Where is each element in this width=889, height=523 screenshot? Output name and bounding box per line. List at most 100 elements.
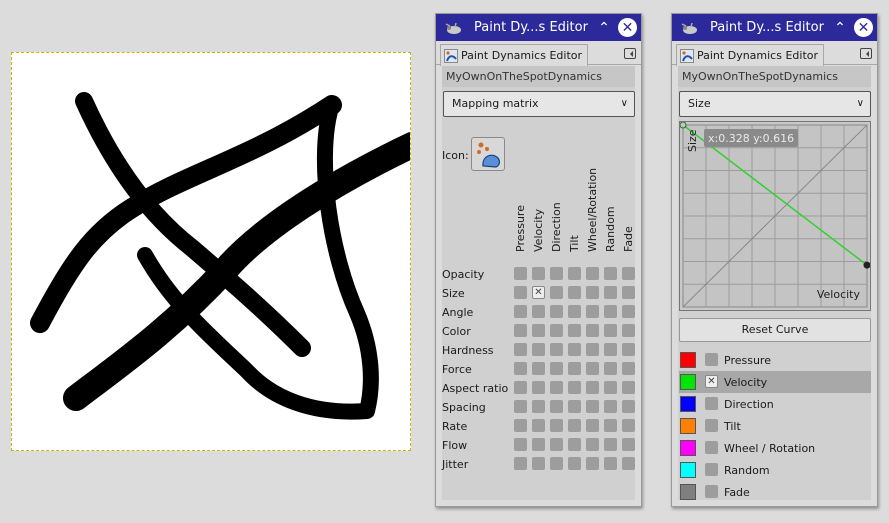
input-row-pressure[interactable]: Pressure (679, 349, 871, 371)
matrix-checkbox[interactable] (532, 362, 545, 375)
tab-paint-dynamics-editor[interactable]: Paint Dynamics Editor (440, 44, 588, 66)
input-row-tilt[interactable]: Tilt (679, 415, 871, 437)
dynamics-icon-button[interactable] (471, 137, 505, 171)
matrix-checkbox[interactable] (604, 343, 617, 356)
color-swatch[interactable] (680, 396, 696, 412)
matrix-checkbox[interactable] (586, 324, 599, 337)
matrix-checkbox[interactable] (532, 305, 545, 318)
matrix-checkbox[interactable] (622, 457, 635, 470)
matrix-checkbox[interactable] (550, 457, 563, 470)
matrix-checkbox[interactable] (604, 324, 617, 337)
matrix-checkbox[interactable] (604, 381, 617, 394)
input-checkbox[interactable] (705, 485, 718, 498)
curve-control-point[interactable] (679, 121, 687, 129)
matrix-checkbox[interactable] (604, 438, 617, 451)
matrix-checkbox[interactable] (550, 438, 563, 451)
matrix-checkbox[interactable] (622, 400, 635, 413)
curve-graph[interactable]: x:0.328 y:0.616 Size Velocity (679, 121, 871, 310)
matrix-checkbox[interactable] (550, 286, 563, 299)
matrix-checkbox[interactable] (568, 305, 581, 318)
input-checkbox[interactable] (705, 397, 718, 410)
input-checkbox[interactable] (705, 419, 718, 432)
matrix-checkbox[interactable] (514, 324, 527, 337)
matrix-checkbox[interactable] (568, 324, 581, 337)
tab-paint-dynamics-editor[interactable]: Paint Dynamics Editor (676, 44, 824, 66)
matrix-checkbox[interactable] (604, 362, 617, 375)
matrix-checkbox[interactable] (586, 438, 599, 451)
matrix-checkbox[interactable] (550, 400, 563, 413)
color-swatch[interactable] (680, 484, 696, 500)
color-swatch[interactable] (680, 462, 696, 478)
input-row-velocity[interactable]: ✕ Velocity (679, 371, 871, 393)
mode-select[interactable]: Mapping matrix ∨ (443, 91, 635, 117)
matrix-checkbox[interactable] (550, 324, 563, 337)
matrix-checkbox[interactable] (532, 457, 545, 470)
image-canvas[interactable] (11, 52, 411, 451)
matrix-checkbox[interactable] (604, 305, 617, 318)
color-swatch[interactable] (680, 440, 696, 456)
matrix-checkbox[interactable] (622, 286, 635, 299)
matrix-checkbox[interactable] (586, 362, 599, 375)
chevron-up-icon[interactable]: ⌃ (832, 20, 848, 36)
matrix-checkbox[interactable] (550, 362, 563, 375)
matrix-checkbox[interactable] (622, 343, 635, 356)
chevron-up-icon[interactable]: ⌃ (596, 20, 612, 36)
matrix-checkbox[interactable] (568, 286, 581, 299)
matrix-checkbox[interactable] (532, 267, 545, 280)
output-select[interactable]: Size ∨ (679, 91, 871, 117)
tab-menu-icon[interactable] (624, 48, 636, 59)
matrix-checkbox[interactable] (568, 419, 581, 432)
input-checkbox[interactable] (705, 463, 718, 476)
matrix-checkbox[interactable] (532, 381, 545, 394)
matrix-checkbox[interactable] (532, 419, 545, 432)
input-row-fade[interactable]: Fade (679, 481, 871, 503)
matrix-checkbox[interactable] (586, 286, 599, 299)
matrix-checkbox[interactable] (532, 438, 545, 451)
matrix-checkbox[interactable] (604, 267, 617, 280)
matrix-checkbox[interactable] (586, 457, 599, 470)
matrix-checkbox[interactable] (514, 362, 527, 375)
matrix-checkbox[interactable] (514, 438, 527, 451)
matrix-checkbox[interactable] (568, 400, 581, 413)
matrix-checkbox[interactable] (514, 286, 527, 299)
matrix-checkbox[interactable] (604, 457, 617, 470)
color-swatch[interactable] (680, 352, 696, 368)
input-row-direction[interactable]: Direction (679, 393, 871, 415)
close-icon[interactable]: ✕ (618, 18, 637, 37)
matrix-checkbox[interactable] (514, 305, 527, 318)
matrix-checkbox[interactable] (604, 400, 617, 413)
matrix-checkbox[interactable] (604, 286, 617, 299)
matrix-checkbox[interactable] (622, 267, 635, 280)
matrix-checkbox[interactable] (550, 267, 563, 280)
matrix-checkbox[interactable] (586, 267, 599, 280)
title-bar[interactable]: Paint Dy...s Editor ⌃ ✕ (436, 14, 641, 41)
matrix-checkbox[interactable] (622, 362, 635, 375)
reset-curve-button[interactable]: Reset Curve (679, 318, 871, 342)
title-bar[interactable]: Paint Dy...s Editor ⌃ ✕ (672, 14, 877, 41)
color-swatch[interactable] (680, 374, 696, 390)
matrix-checkbox[interactable] (622, 419, 635, 432)
matrix-checkbox[interactable] (604, 419, 617, 432)
matrix-checkbox[interactable] (586, 305, 599, 318)
matrix-checkbox[interactable] (532, 400, 545, 413)
matrix-checkbox[interactable] (550, 343, 563, 356)
matrix-checkbox[interactable] (514, 267, 527, 280)
matrix-checkbox[interactable] (586, 343, 599, 356)
matrix-checkbox[interactable] (550, 305, 563, 318)
matrix-checkbox[interactable] (532, 324, 545, 337)
matrix-checkbox[interactable] (514, 343, 527, 356)
matrix-checkbox[interactable]: ✕ (532, 286, 545, 299)
matrix-checkbox[interactable] (568, 381, 581, 394)
matrix-checkbox[interactable] (568, 267, 581, 280)
matrix-checkbox[interactable] (622, 381, 635, 394)
matrix-checkbox[interactable] (532, 343, 545, 356)
matrix-checkbox[interactable] (514, 457, 527, 470)
input-checkbox[interactable]: ✕ (705, 375, 718, 388)
color-swatch[interactable] (680, 418, 696, 434)
matrix-checkbox[interactable] (586, 400, 599, 413)
matrix-checkbox[interactable] (622, 305, 635, 318)
input-row-wheel-rotation[interactable]: Wheel / Rotation (679, 437, 871, 459)
tab-menu-icon[interactable] (860, 48, 872, 59)
matrix-checkbox[interactable] (568, 457, 581, 470)
matrix-checkbox[interactable] (514, 381, 527, 394)
